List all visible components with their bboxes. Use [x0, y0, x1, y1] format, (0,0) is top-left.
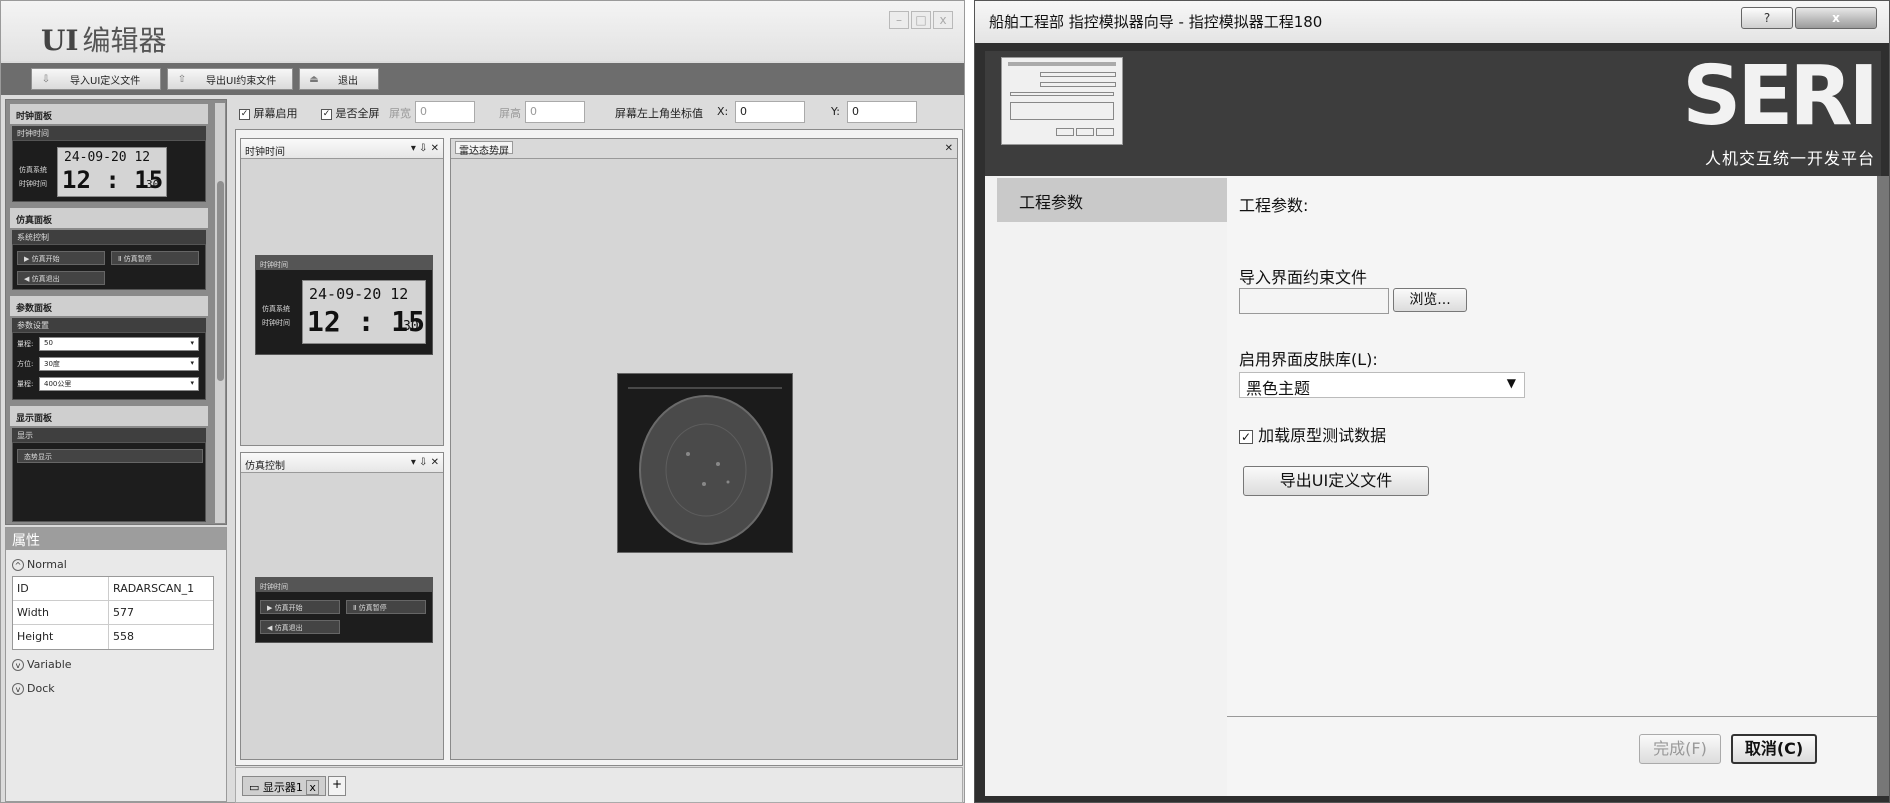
editor-statusbar: ▭ 显示器1 x + — [235, 767, 963, 803]
origin-y-input[interactable]: 0 — [847, 101, 917, 123]
sim-dock-header[interactable]: 仿真控制 ▾ ⇩ ✕ — [241, 453, 443, 473]
help-button[interactable]: ? — [1741, 7, 1793, 29]
widget-palette: 时钟面板 时钟时间 仿真系统 时钟时间 24-09-20 12 12 : 15 … — [5, 99, 227, 525]
collapse-icon: ^ — [12, 559, 24, 571]
palette-clock-panel-sub: 时钟时间 — [12, 126, 206, 140]
brand-subtitle: 人机交互统一开发平台 — [1704, 149, 1875, 168]
palette-display-widget[interactable]: 态势显示 — [12, 442, 206, 522]
wizard-dialog: 船舶工程部 指控模拟器向导 - 指控模拟器工程180 ? x SERI 人机交互… — [974, 0, 1890, 803]
clock-dock-header[interactable]: 时钟时间 ▾ ⇩ ✕ — [241, 139, 443, 159]
import-ui-definition-button[interactable]: ⇩ 导入UI定义文件 — [31, 68, 161, 90]
dialog-body: 工程参数 工程参数: 导入界面约束文件 浏览... 启用界面皮肤库(L): 黑色… — [985, 176, 1881, 796]
editor-titlebar: UI 编辑器 – □ x — [1, 1, 964, 61]
dialog-side-bar — [1877, 176, 1889, 796]
add-tab-button[interactable]: + — [328, 776, 346, 796]
checkbox-checked-icon: ✓ — [1239, 429, 1253, 444]
palette-sim-pause: Ⅱ 仿真暂停 — [111, 251, 199, 265]
table-row[interactable]: ID RADARSCAN_1 — [13, 577, 213, 601]
tab-radar[interactable]: 雷达态势屏 — [455, 141, 513, 157]
palette-scroll-thumb[interactable] — [217, 181, 224, 381]
palette-sim-widget[interactable]: ▶ 仿真开始 Ⅱ 仿真暂停 ◀ 仿真退出 — [12, 244, 206, 290]
properties-table: ID RADARSCAN_1 Width 577 Height 558 — [12, 576, 214, 650]
palette-param-widget[interactable]: 量程: 50 ▾ 方位: 30度 ▾ 量程: 400公里 ▾ — [12, 332, 206, 400]
export-icon: ⇧ — [177, 73, 187, 85]
sim-control-dock: 仿真控制 ▾ ⇩ ✕ 时钟时间 ▶ 仿真开始 Ⅱ 仿真暂停 ◀ 仿真退出 — [240, 452, 444, 760]
clock-dock: 时钟时间 ▾ ⇩ ✕ 时钟时间 仿真系统 时钟时间 24-09-20 12 12 … — [240, 138, 444, 446]
palette-sim-start: ▶ 仿真开始 — [17, 251, 105, 265]
dock-controls-icon[interactable]: ▾ ⇩ ✕ — [411, 457, 439, 468]
minimize-button[interactable]: – — [889, 11, 909, 29]
radar-scan-widget[interactable] — [617, 373, 793, 553]
section-normal[interactable]: ^ Normal — [12, 558, 67, 571]
dialog-title: 船舶工程部 指控模拟器向导 - 指控模拟器工程180 — [989, 13, 1323, 31]
finish-button[interactable]: 完成(F) — [1639, 734, 1721, 764]
browse-button[interactable]: 浏览... — [1393, 288, 1467, 312]
import-icon: ⇩ — [41, 73, 51, 85]
load-test-data-checkbox[interactable]: ✓ 加载原型测试数据 — [1239, 422, 1386, 446]
exit-button[interactable]: ⏏ 退出 — [299, 68, 379, 90]
close-icon[interactable]: x — [306, 780, 319, 795]
properties-header: 属性 — [6, 528, 226, 550]
export-ui-definition-button[interactable]: 导出UI定义文件 — [1243, 466, 1429, 496]
screen-height-input[interactable]: 0 — [525, 101, 585, 123]
origin-x-input[interactable]: 0 — [735, 101, 805, 123]
radar-display — [628, 387, 782, 545]
editor-toolbar: ⇩ 导入UI定义文件 ⇧ 导出UI约束文件 ⏏ 退出 — [1, 63, 964, 95]
expand-icon: v — [12, 659, 24, 671]
radar-dock-header[interactable]: 雷达态势屏 ✕ — [451, 139, 957, 159]
dock-controls-icon[interactable]: ▾ ⇩ ✕ — [411, 143, 439, 154]
palette-sim-panel-sub: 系统控制 — [12, 230, 206, 244]
divider — [1227, 716, 1881, 717]
palette-param-panel-title[interactable]: 参数面板 — [10, 296, 208, 316]
chevron-down-icon: ▼ — [1506, 376, 1516, 390]
skin-library-select[interactable]: 黑色主题 ▼ — [1239, 372, 1525, 398]
close-icon[interactable]: ✕ — [945, 143, 953, 154]
sim-control-widget[interactable]: 时钟时间 ▶ 仿真开始 Ⅱ 仿真暂停 ◀ 仿真退出 — [255, 577, 433, 643]
ui-editor-window: UI 编辑器 – □ x ⇩ 导入UI定义文件 ⇧ 导出UI约束文件 ⏏ 退出 时钟面板… — [0, 0, 965, 803]
palette-display-panel-title[interactable]: 显示面板 — [10, 406, 208, 426]
fullscreen-checkbox[interactable]: ✓ 是否全屏 — [321, 105, 380, 121]
maximize-button[interactable]: □ — [911, 11, 931, 29]
export-ui-constraint-button[interactable]: ⇧ 导出UI约束文件 — [167, 68, 293, 90]
table-row[interactable]: Width 577 — [13, 601, 213, 625]
wizard-nav: 工程参数 — [985, 176, 1227, 796]
close-button[interactable]: x — [933, 11, 953, 29]
editor-title: UI 编辑器 — [41, 24, 167, 57]
close-button[interactable]: x — [1795, 7, 1877, 29]
properties-panel: 属性 ^ Normal ID RADARSCAN_1 Width 577 Height… — [5, 527, 227, 802]
screen-settings-bar: ✓ 屏幕启用 ✓ 是否全屏 屏宽 0 屏高 0 屏幕左上角坐标值 X: 0 Y:… — [235, 99, 963, 127]
wizard-content: 工程参数: 导入界面约束文件 浏览... 启用界面皮肤库(L): 黑色主题 ▼ … — [1227, 176, 1881, 796]
nav-item-project-params[interactable]: 工程参数 — [997, 178, 1227, 222]
import-constraint-label: 导入界面约束文件 — [1239, 268, 1368, 287]
palette-sim-panel-title[interactable]: 仿真面板 — [10, 208, 208, 228]
tab-display-1[interactable]: ▭ 显示器1 x — [242, 776, 326, 796]
seri-logo: SERI — [1682, 49, 1879, 144]
cancel-button[interactable]: 取消(C) — [1731, 734, 1817, 764]
screen-enable-checkbox[interactable]: ✓ 屏幕启用 — [239, 105, 298, 121]
expand-icon: v — [12, 683, 24, 695]
screen-width-input[interactable]: 0 — [415, 101, 475, 123]
skin-library-label: 启用界面皮肤库(L): — [1239, 350, 1378, 369]
table-row[interactable]: Height 558 — [13, 625, 213, 649]
wizard-thumbnail-image — [1001, 57, 1123, 145]
section-title: 工程参数: — [1239, 196, 1309, 215]
radar-dock: 雷达态势屏 ✕ — [450, 138, 958, 760]
exit-icon: ⏏ — [309, 73, 319, 85]
palette-param-panel-sub: 参数设置 — [12, 318, 206, 332]
import-constraint-input[interactable] — [1239, 288, 1389, 314]
design-canvas: 时钟时间 ▾ ⇩ ✕ 时钟时间 仿真系统 时钟时间 24-09-20 12 12 … — [235, 129, 963, 766]
palette-clock-panel-title[interactable]: 时钟面板 — [10, 104, 208, 124]
palette-sim-exit: ◀ 仿真退出 — [17, 271, 105, 285]
section-variable[interactable]: v Variable — [12, 658, 72, 671]
section-dock[interactable]: v Dock — [12, 682, 55, 695]
palette-clock-widget[interactable]: 仿真系统 时钟时间 24-09-20 12 12 : 15 30 — [12, 140, 206, 202]
palette-display-panel-sub: 显示 — [12, 428, 206, 442]
clock-widget[interactable]: 时钟时间 仿真系统 时钟时间 24-09-20 12 12 : 15 30 — [255, 255, 433, 355]
palette-clock-lcd: 24-09-20 12 12 : 15 30 — [57, 147, 167, 197]
